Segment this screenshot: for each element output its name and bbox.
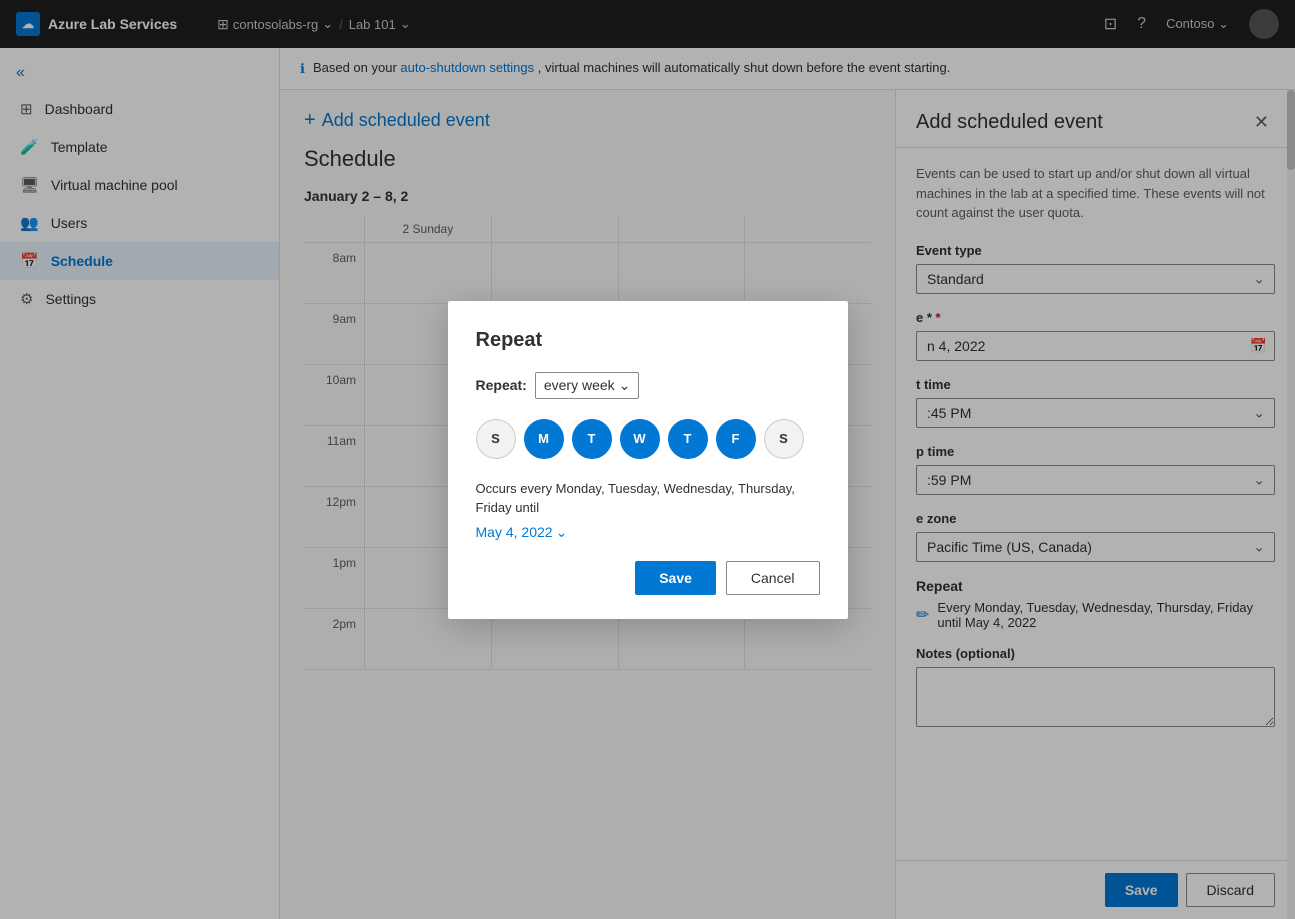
recurrence-until[interactable]: May 4, 2022 ⌄	[476, 524, 568, 541]
repeat-option-label: Repeat:	[476, 377, 527, 393]
modal-overlay: Repeat Repeat: every week ⌄ S M T W T F …	[280, 48, 1295, 919]
modal-title: Repeat	[476, 329, 820, 352]
main-content: ℹ Based on your auto-shutdown settings ,…	[280, 48, 1295, 919]
modal-cancel-button[interactable]: Cancel	[726, 561, 820, 595]
chevron-down-icon: ⌄	[619, 377, 631, 394]
day-button-sat[interactable]: S	[764, 419, 804, 459]
modal-save-button[interactable]: Save	[635, 561, 716, 595]
repeat-option-row: Repeat: every week ⌄	[476, 372, 820, 399]
day-button-thu[interactable]: T	[668, 419, 708, 459]
day-button-fri[interactable]: F	[716, 419, 756, 459]
day-button-tue[interactable]: T	[572, 419, 612, 459]
repeat-frequency-value: every week	[544, 377, 615, 393]
chevron-down-icon: ⌄	[556, 524, 568, 541]
repeat-frequency-dropdown[interactable]: every week ⌄	[535, 372, 640, 399]
day-button-mon[interactable]: M	[524, 419, 564, 459]
day-button-wed[interactable]: W	[620, 419, 660, 459]
day-button-sun[interactable]: S	[476, 419, 516, 459]
modal-actions: Save Cancel	[476, 561, 820, 595]
day-buttons-group: S M T W T F S	[476, 419, 820, 459]
recurrence-text: Occurs every Monday, Tuesday, Wednesday,…	[476, 479, 820, 518]
repeat-modal: Repeat Repeat: every week ⌄ S M T W T F …	[448, 301, 848, 619]
